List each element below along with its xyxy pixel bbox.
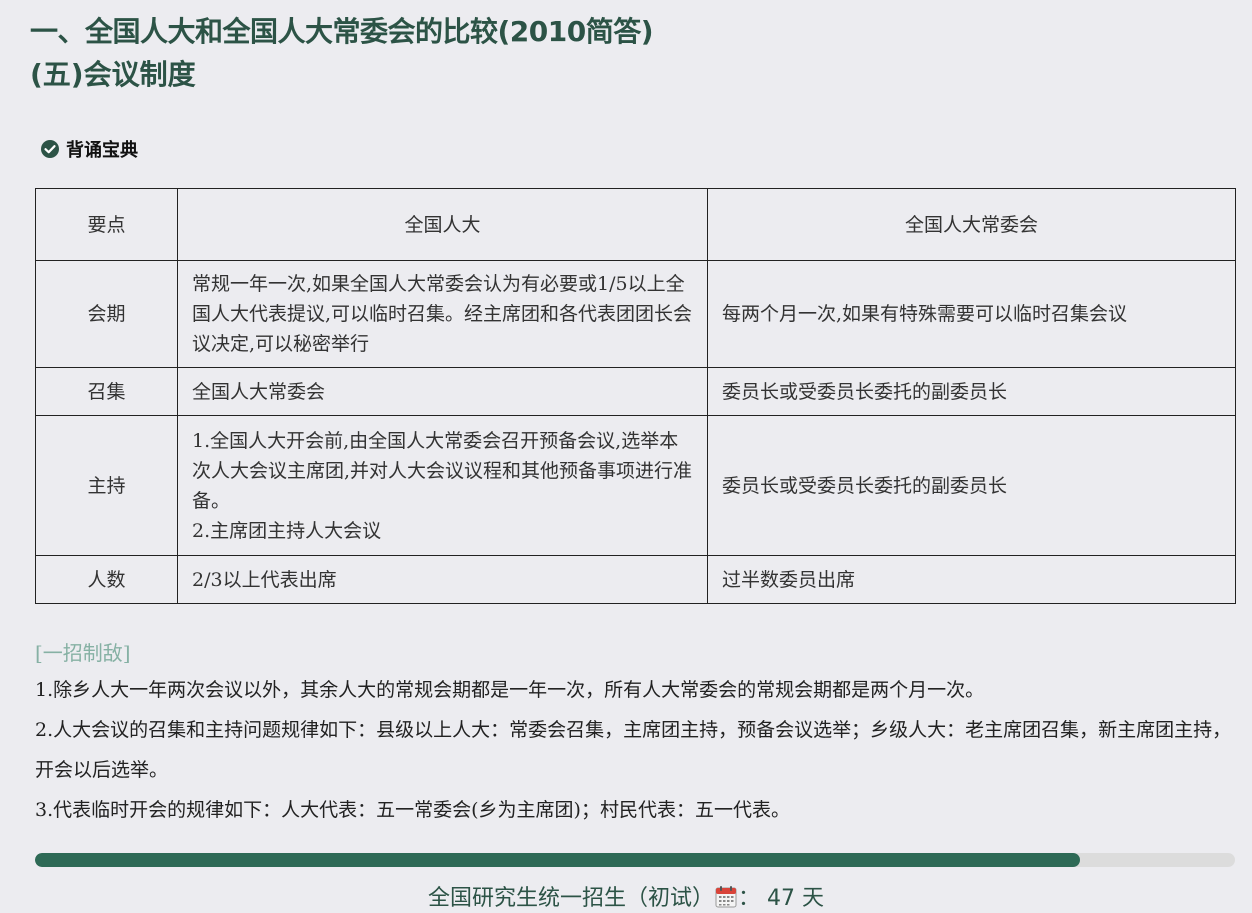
progress-fill: [35, 853, 1081, 867]
table-row: 主持 1.全国人大开会前,由全国人大常委会召开预备会议,选举本次人大会议主席团,…: [35, 415, 1236, 556]
row-key: 召集: [35, 367, 178, 416]
npc-cell: 常规一年一次,如果全国人大常委会认为有必要或1/5以上全国人大代表提议,可以临时…: [177, 260, 708, 368]
cell-text: 常规一年一次,如果全国人大常委会认为有必要或1/5以上全国人大代表提议,可以临时…: [192, 273, 693, 355]
standing-cell: 委员长或受委员长委托的副委员长: [707, 415, 1236, 556]
comparison-table: 要点 全国人大 全国人大常委会 会期 常规一年一次,如果全国人大常委会认为有必要…: [35, 188, 1236, 604]
tip-item: 3.代表临时开会的规律如下：人大代表：五一常委会(乡为主席团)；村民代表：五一代…: [35, 799, 790, 821]
countdown-label: 全国研究生统一招生（初试）: [427, 886, 714, 911]
exam-countdown: 全国研究生统一招生（初试） ： 47 天: [0, 880, 1252, 912]
cell-text: 1.全国人大开会前,由全国人大常委会召开预备会议,选举本次人大会议主席团,并对人…: [192, 429, 693, 512]
npc-cell: 1.全国人大开会前,由全国人大常委会召开预备会议,选举本次人大会议主席团,并对人…: [177, 415, 708, 556]
tip-list: 1.除乡人大一年两次会议以外，其余人大的常规会期都是一年一次，所有人大常委会的常…: [35, 670, 1235, 830]
cell-text: 2/3以上代表出席: [192, 568, 337, 591]
header-npc: 全国人大: [177, 188, 708, 261]
table-row: 会期 常规一年一次,如果全国人大常委会认为有必要或1/5以上全国人大代表提议,可…: [35, 260, 1236, 368]
tip-title: [一招制敌]: [35, 641, 131, 665]
tip-item: 2.人大会议的召集和主持问题规律如下：县级以上人大：常委会召集，主席团主持，预备…: [35, 719, 1232, 781]
countdown-unit: 天: [802, 886, 825, 911]
badge-label: 背诵宝典: [66, 140, 138, 161]
npc-cell: 全国人大常委会: [177, 367, 708, 416]
header-standing-committee: 全国人大常委会: [707, 188, 1236, 261]
standing-cell: 委员长或受委员长委托的副委员长: [707, 367, 1236, 416]
cell-text: 全国人大常委会: [192, 380, 326, 403]
table-row: 召集 全国人大常委会 委员长或受委员长委托的副委员长: [35, 367, 1236, 416]
header-key: 要点: [35, 188, 178, 261]
page-title: 一、全国人大和全国人大常委会的比较(2010简答): [30, 15, 654, 48]
standing-cell: 过半数委员出席: [707, 555, 1236, 604]
row-key: 人数: [35, 555, 178, 604]
calendar-icon: [715, 886, 737, 908]
table-header-row: 要点 全国人大 全国人大常委会: [35, 188, 1236, 261]
section-subtitle: (五)会议制度: [30, 58, 196, 91]
check-circle-icon: [41, 140, 59, 158]
table-row: 人数 2/3以上代表出席 过半数委员出席: [35, 555, 1236, 604]
npc-cell: 2/3以上代表出席: [177, 555, 708, 604]
countdown-separator: ：: [737, 886, 760, 911]
standing-cell: 每两个月一次,如果有特殊需要可以临时召集会议: [707, 260, 1236, 368]
cell-text: 2.主席团主持人大会议: [192, 519, 382, 542]
countdown-progress-bar: [35, 853, 1235, 867]
row-key: 主持: [35, 415, 178, 556]
countdown-days: 47: [767, 886, 795, 911]
tip-item: 1.除乡人大一年两次会议以外，其余人大的常规会期都是一年一次，所有人大常委会的常…: [35, 679, 985, 701]
row-key: 会期: [35, 260, 178, 368]
memorize-badge: 背诵宝典: [40, 136, 138, 162]
